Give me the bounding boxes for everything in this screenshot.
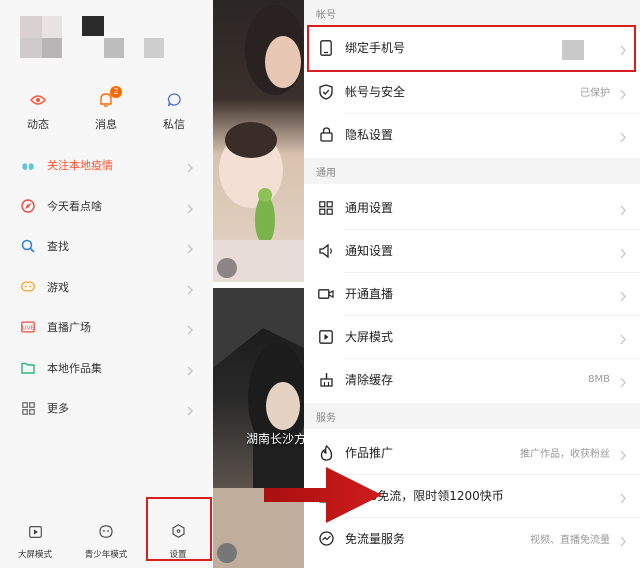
message-count-badge: 2 <box>110 86 122 98</box>
menu-item-label: 查找 <box>47 240 69 254</box>
gamepad-icon <box>21 280 35 294</box>
section-header-general: 通用 <box>304 158 640 184</box>
chevron-right-icon <box>620 532 626 551</box>
eye-icon <box>13 90 63 110</box>
compass-icon <box>21 199 35 213</box>
chevron-right-icon <box>187 361 193 380</box>
settings-row-value: 视频、直播免流量 <box>530 535 610 546</box>
settings-row-value: 推广作品，收获粉丝 <box>520 449 610 460</box>
chevron-right-icon <box>187 320 193 339</box>
chevron-right-icon <box>620 446 626 465</box>
drawer-menu: 关注本地疫情 今天看点啥 查找 游戏 LIVE 直播广场 本地作品集 更多 <box>0 145 213 429</box>
quick-action-label: 动态 <box>27 118 49 131</box>
settings-row-label: 开通直播 <box>345 287 394 301</box>
chevron-right-icon <box>620 128 626 147</box>
chevron-right-icon <box>187 401 193 420</box>
section-header-account: 帐号 <box>304 0 640 26</box>
quick-action-label: 私信 <box>163 118 185 131</box>
settings-row-label: 通知设置 <box>345 244 394 258</box>
side-drawer: 动态 2 消息 私信 关注本地疫情 今天看点啥 查找 游戏 LIVE 直播广场 … <box>0 0 213 568</box>
quick-action-direct-messages[interactable]: 私信 <box>149 90 199 132</box>
menu-item-search[interactable]: 查找 <box>0 226 213 267</box>
lock-icon <box>318 127 334 143</box>
chevron-right-icon <box>620 244 626 263</box>
cache-size-value: 8MB <box>588 374 610 385</box>
quick-action-messages[interactable]: 2 消息 <box>81 86 131 132</box>
photo-illustration <box>213 5 304 282</box>
feed-location-caption: 湖南长沙方 <box>246 432 304 446</box>
chevron-right-icon <box>620 489 626 508</box>
youth-mode-button[interactable]: 青少年模式 <box>71 523 141 560</box>
grid-icon <box>318 200 334 216</box>
youth-mode-icon <box>71 523 141 542</box>
play-box-icon <box>318 329 334 345</box>
big-screen-mode-button[interactable]: 大屏模式 <box>0 523 70 560</box>
menu-item-local-epidemic[interactable]: 关注本地疫情 <box>0 145 213 186</box>
grid-icon <box>21 401 35 415</box>
menu-item-local-works[interactable]: 本地作品集 <box>0 348 213 389</box>
chevron-right-icon <box>620 85 626 104</box>
bind-phone-highlight-box <box>307 25 636 72</box>
settings-row-label: 清除缓存 <box>345 373 394 387</box>
settings-row-label: 通用设置 <box>345 201 394 215</box>
svg-text:LIVE: LIVE <box>22 326 35 332</box>
chevron-right-icon <box>620 330 626 349</box>
menu-item-label: 更多 <box>47 402 69 416</box>
menu-item-live-plaza[interactable]: LIVE 直播广场 <box>0 307 213 348</box>
feed-card-photo[interactable] <box>213 0 304 282</box>
menu-item-label: 本地作品集 <box>47 361 102 375</box>
bottom-item-label: 大屏模式 <box>17 550 52 560</box>
bottom-item-label: 青少年模式 <box>84 550 128 560</box>
section-header-service: 服务 <box>304 403 640 429</box>
settings-row-clear-cache[interactable]: 清除缓存 8MB <box>304 358 640 401</box>
menu-item-label: 游戏 <box>47 280 69 294</box>
menu-item-label: 今天看点啥 <box>47 199 102 213</box>
chat-bubble-icon <box>149 90 199 110</box>
chevron-right-icon <box>620 287 626 306</box>
settings-row-big-screen[interactable]: 大屏模式 <box>304 315 640 358</box>
menu-item-label: 直播广场 <box>47 321 91 335</box>
chevron-right-icon <box>187 199 193 218</box>
settings-row-account-security[interactable]: 帐号与安全 已保护 <box>304 70 640 113</box>
settings-row-label: 大屏模式 <box>345 330 394 344</box>
menu-item-games[interactable]: 游戏 <box>0 267 213 308</box>
settings-row-general[interactable]: 通用设置 <box>304 186 640 229</box>
broom-icon <box>318 372 334 388</box>
search-icon <box>21 239 35 253</box>
settings-row-value: 已保护 <box>580 88 610 99</box>
menu-item-more[interactable]: 更多 <box>0 388 213 429</box>
quick-action-label: 消息 <box>95 118 117 131</box>
settings-row-privacy[interactable]: 隐私设置 <box>304 113 640 156</box>
quick-action-feed[interactable]: 动态 <box>13 90 63 132</box>
menu-item-whats-on-today[interactable]: 今天看点啥 <box>0 186 213 227</box>
chevron-right-icon <box>620 373 626 392</box>
red-arrow-annotation <box>264 467 382 523</box>
shield-icon <box>318 83 334 100</box>
live-icon: LIVE <box>21 320 35 334</box>
chevron-right-icon <box>187 239 193 258</box>
bell-icon: 2 <box>81 86 131 110</box>
chevron-right-icon <box>620 201 626 220</box>
speaker-icon <box>318 243 334 259</box>
settings-row-label: 隐私设置 <box>345 128 394 142</box>
folder-icon <box>21 361 35 375</box>
video-camera-icon <box>318 286 334 302</box>
settings-row-start-live[interactable]: 开通直播 <box>304 272 640 315</box>
settings-row-label: 帐号与安全 <box>345 85 406 99</box>
chevron-right-icon <box>187 158 193 177</box>
menu-item-label: 关注本地疫情 <box>47 159 113 173</box>
settings-row-notifications[interactable]: 通知设置 <box>304 229 640 272</box>
play-box-icon <box>0 523 70 542</box>
lungs-icon <box>21 158 35 172</box>
chevron-right-icon <box>187 280 193 299</box>
settings-highlight-box <box>146 497 212 561</box>
quick-actions: 动态 2 消息 私信 <box>0 86 213 132</box>
